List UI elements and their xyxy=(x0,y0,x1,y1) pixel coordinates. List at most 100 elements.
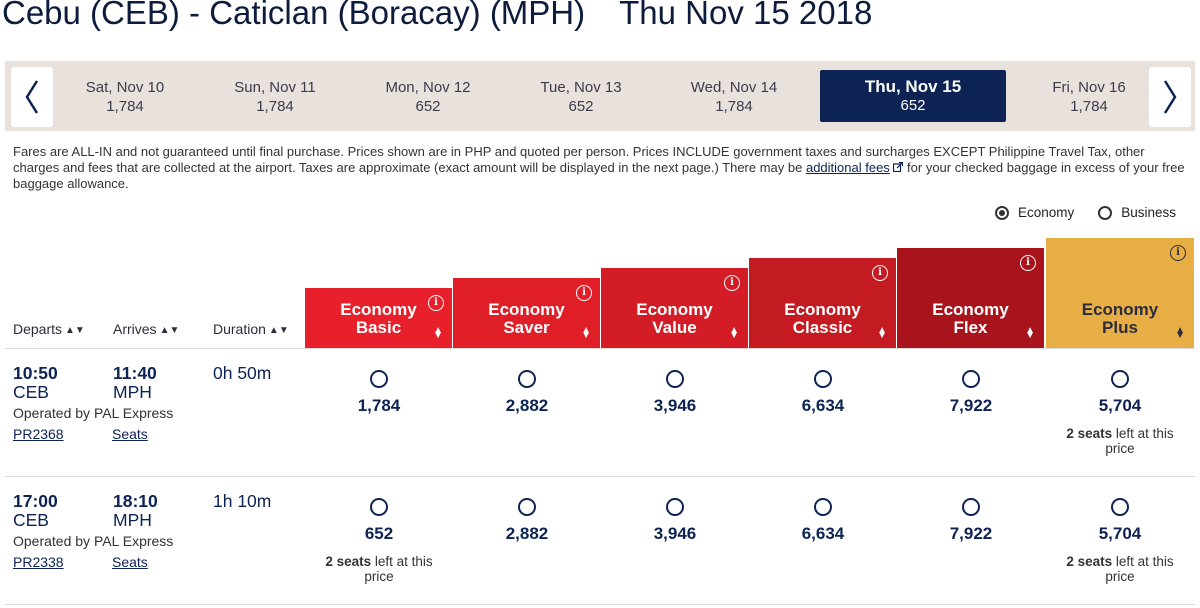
fare-class-name: Economy Plus xyxy=(1046,301,1194,337)
depart-time: 17:00 xyxy=(13,491,58,511)
fare-radio[interactable] xyxy=(370,370,388,388)
fare-radio[interactable] xyxy=(370,498,388,516)
date-option[interactable]: Thu, Nov 15 652 xyxy=(820,70,1006,122)
row-divider xyxy=(5,604,1195,605)
fare-cell[interactable]: 7,922 xyxy=(897,498,1045,544)
info-icon[interactable]: i xyxy=(724,275,740,291)
arrive-time: 11:40 xyxy=(113,363,157,383)
fare-class-header[interactable]: i Economy Plus ▲ ▼ xyxy=(1046,238,1194,348)
date-option[interactable]: Sat, Nov 10 1,784 xyxy=(50,61,200,131)
info-icon[interactable]: i xyxy=(1170,245,1186,261)
fare-cell[interactable]: 5,704 2 seats left at this price xyxy=(1046,370,1194,456)
fare-radio[interactable] xyxy=(962,370,980,388)
seats-text: left at this xyxy=(1112,554,1174,569)
fare-radio[interactable] xyxy=(962,498,980,516)
fare-radio[interactable] xyxy=(518,370,536,388)
sort-icon[interactable]: ▲ ▼ xyxy=(729,326,739,341)
date-option[interactable]: Mon, Nov 12 652 xyxy=(350,61,506,131)
date-day: Mon, Nov 12 xyxy=(385,79,471,96)
fare-class-name: Economy Classic xyxy=(749,301,896,337)
fare-class-name: Economy Saver xyxy=(453,301,600,337)
date-option[interactable]: Tue, Nov 13 652 xyxy=(506,61,656,131)
economy-label: Economy xyxy=(1017,205,1075,220)
seats-text: left at this xyxy=(1112,426,1174,441)
business-radio[interactable] xyxy=(1098,205,1113,220)
fare-cell[interactable]: 3,946 xyxy=(601,370,749,416)
flight-duration: 0h 50m xyxy=(213,363,272,383)
arrives-label: Arrives xyxy=(113,321,157,337)
next-dates-button[interactable] xyxy=(1149,67,1191,127)
fare-price: 3,946 xyxy=(653,396,697,415)
date-price: 1,784 xyxy=(106,98,144,115)
info-icon[interactable]: i xyxy=(576,285,592,301)
sort-icon[interactable]: ▲ ▼ xyxy=(1025,326,1035,341)
fare-radio[interactable] xyxy=(1111,370,1129,388)
fare-price: 1,784 xyxy=(357,396,401,415)
date-option[interactable]: Fri, Nov 16 1,784 xyxy=(1014,61,1164,131)
cabin-selector: Economy Business xyxy=(994,205,1176,220)
info-icon[interactable]: i xyxy=(1020,255,1036,271)
fare-cell[interactable]: 7,922 xyxy=(897,370,1045,416)
departs-label: Departs xyxy=(13,321,63,337)
fare-class-line1: Economy xyxy=(932,300,1009,319)
fare-cell[interactable]: 652 2 seats left at this price xyxy=(305,498,453,584)
fare-class-line2: Basic xyxy=(355,318,402,337)
prev-dates-button[interactable] xyxy=(11,67,53,127)
date-option[interactable]: Sun, Nov 11 1,784 xyxy=(200,61,350,131)
fare-cell[interactable]: 6,634 xyxy=(749,370,897,416)
seats-text: price xyxy=(1105,569,1135,584)
fare-price: 5,704 xyxy=(1098,396,1142,415)
fare-cell[interactable]: 3,946 xyxy=(601,498,749,544)
duration-sort-header[interactable]: Duration ▲▼ xyxy=(213,321,289,337)
info-icon[interactable]: i xyxy=(872,265,888,281)
fare-class-header[interactable]: i Economy Flex ▲ ▼ xyxy=(897,248,1044,348)
fare-cell[interactable]: 5,704 2 seats left at this price xyxy=(1046,498,1194,584)
fare-cell[interactable]: 6,634 xyxy=(749,498,897,544)
fare-class-line1: Economy xyxy=(1081,300,1159,319)
economy-radio[interactable] xyxy=(994,205,1009,220)
flight-number-link[interactable]: PR2338 xyxy=(13,554,64,570)
fare-cell[interactable]: 2,882 xyxy=(453,498,601,544)
fare-radio[interactable] xyxy=(518,498,536,516)
fare-radio[interactable] xyxy=(1111,498,1129,516)
cabin-business-option[interactable]: Business xyxy=(1098,205,1176,220)
fare-class-header[interactable]: i Economy Saver ▲ ▼ xyxy=(453,278,600,348)
date-option[interactable]: Wed, Nov 14 1,784 xyxy=(656,61,812,131)
fare-radio[interactable] xyxy=(814,370,832,388)
additional-fees-link[interactable]: additional fees xyxy=(806,160,890,175)
fare-class-header[interactable]: i Economy Classic ▲ ▼ xyxy=(749,258,896,348)
sort-icon[interactable]: ▲ ▼ xyxy=(581,326,591,341)
seats-text: left at this xyxy=(371,554,433,569)
fare-class-header[interactable]: i Economy Value ▲ ▼ xyxy=(601,268,748,348)
operated-by: Operated by PAL Express xyxy=(13,405,174,421)
fare-radio[interactable] xyxy=(666,498,684,516)
seats-count: 2 seats xyxy=(325,554,372,569)
cabin-economy-option[interactable]: Economy xyxy=(994,205,1075,220)
arrives-sort-header[interactable]: Arrives ▲▼ xyxy=(113,321,179,337)
departs-sort-header[interactable]: Departs ▲▼ xyxy=(13,321,85,337)
fare-class-line2: Saver xyxy=(503,318,550,337)
fare-radio[interactable] xyxy=(666,370,684,388)
fare-cell[interactable]: 2,882 xyxy=(453,370,601,416)
seats-count: 2 seats xyxy=(1066,554,1113,569)
depart-airport: CEB xyxy=(13,510,49,530)
seats-left-note: 2 seats left at this price xyxy=(305,554,453,584)
date-day: Thu, Nov 15 xyxy=(864,77,962,96)
date-price: 652 xyxy=(415,98,441,115)
flight-number-link[interactable]: PR2368 xyxy=(13,426,64,442)
page-title: Cebu (CEB) - Caticlan (Boracay) (MPH) Thu… xyxy=(2,0,872,38)
fare-cell[interactable]: 1,784 xyxy=(305,370,453,416)
header-divider xyxy=(5,348,1195,349)
fare-price: 652 xyxy=(364,524,394,543)
seats-link[interactable]: Seats xyxy=(112,554,148,570)
depart-airport: CEB xyxy=(13,382,49,402)
fare-radio[interactable] xyxy=(814,498,832,516)
sort-icon[interactable]: ▲ ▼ xyxy=(877,326,887,341)
sort-icon[interactable]: ▲ ▼ xyxy=(433,326,443,341)
seats-link[interactable]: Seats xyxy=(112,426,148,442)
date-list: Sat, Nov 10 1,784 Sun, Nov 11 1,784 Mon, Nov… xyxy=(50,61,1150,131)
depart-time: 10:50 xyxy=(13,363,58,383)
chevron-right-icon xyxy=(1163,80,1177,114)
fare-class-header[interactable]: i Economy Basic ▲ ▼ xyxy=(305,288,452,348)
sort-icon[interactable]: ▲ ▼ xyxy=(1175,326,1185,341)
